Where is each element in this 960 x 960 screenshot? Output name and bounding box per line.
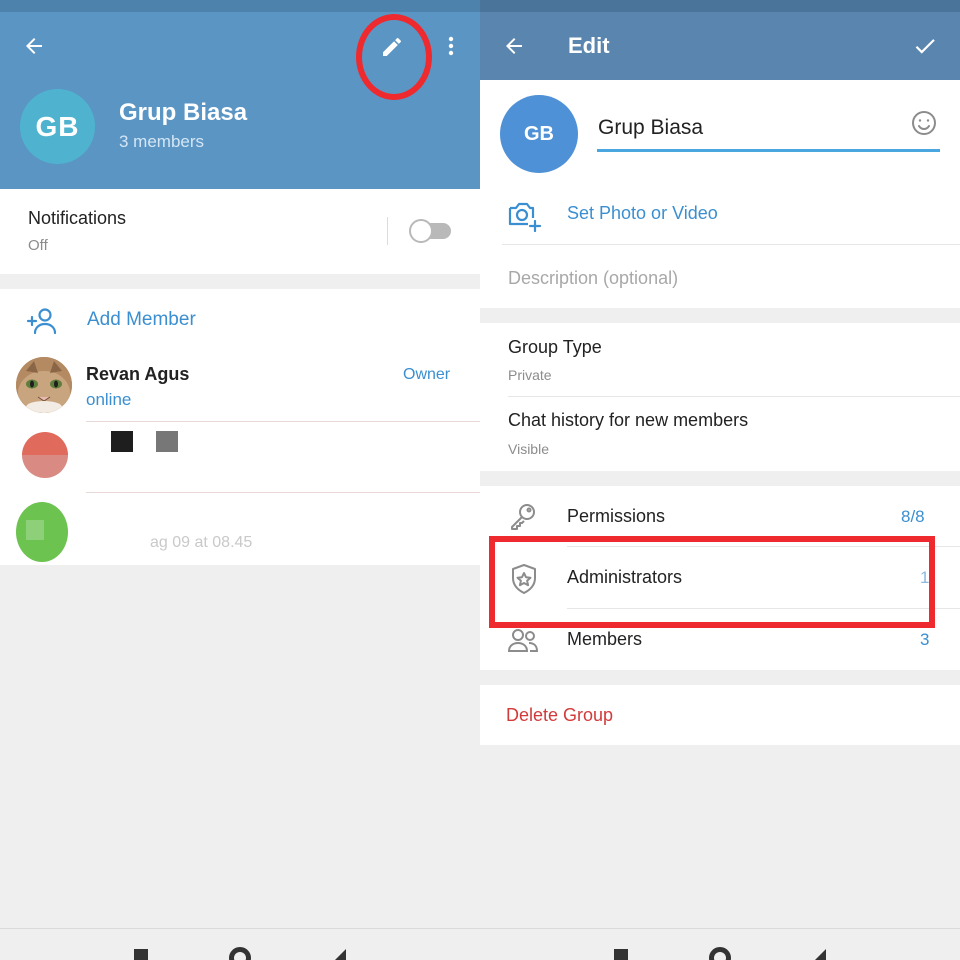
description-input[interactable] <box>508 264 948 292</box>
recents-nav-icon[interactable] <box>134 949 148 960</box>
add-photo-icon[interactable] <box>507 200 543 232</box>
group-avatar[interactable]: GB <box>20 89 95 164</box>
member-last-seen: ag 09 at 08.45 <box>150 534 253 551</box>
group-avatar[interactable]: GB <box>500 95 578 173</box>
member-count: 3 members <box>119 132 205 151</box>
home-nav-icon[interactable] <box>229 947 251 960</box>
edit-highlight-circle <box>356 14 432 100</box>
chat-history-value: Visible <box>508 441 549 457</box>
member-status: online <box>86 390 132 409</box>
back-arrow-icon[interactable] <box>502 34 526 58</box>
group-title: Grup Biasa <box>119 99 248 126</box>
members-icon <box>507 627 539 655</box>
page-title: Edit <box>568 33 610 58</box>
group-name-input[interactable] <box>597 112 940 152</box>
blurred-avatar-block <box>26 520 44 540</box>
notifications-toggle-knob[interactable] <box>409 219 433 243</box>
divider <box>86 421 480 422</box>
blurred-member-name <box>156 431 178 452</box>
back-nav-icon[interactable] <box>810 949 826 960</box>
member-avatar[interactable] <box>22 432 68 478</box>
recents-nav-icon[interactable] <box>614 949 628 960</box>
home-nav-icon[interactable] <box>709 947 731 960</box>
divider <box>502 244 960 245</box>
permissions-label[interactable]: Permissions <box>567 506 665 527</box>
status-bar <box>480 0 960 12</box>
group-info-screen: GB Grup Biasa 3 members Notifications Of… <box>0 0 480 960</box>
members-label[interactable]: Members <box>567 629 642 650</box>
add-user-icon[interactable] <box>26 306 58 336</box>
chat-history-label[interactable]: Chat history for new members <box>508 410 748 431</box>
delete-group-button[interactable]: Delete Group <box>506 705 613 726</box>
system-nav-bar <box>480 928 960 960</box>
member-name[interactable]: Revan Agus <box>86 364 189 385</box>
administrators-highlight-box <box>489 536 935 628</box>
more-vertical-icon[interactable] <box>439 34 463 58</box>
add-member-button[interactable]: Add Member <box>87 309 196 331</box>
edit-header <box>480 0 960 80</box>
group-type-label[interactable]: Group Type <box>508 337 602 358</box>
blurred-member-name <box>111 431 133 452</box>
notifications-status: Off <box>28 237 48 254</box>
checkmark-icon[interactable] <box>912 33 938 59</box>
notifications-row[interactable] <box>0 189 480 274</box>
emoji-icon[interactable] <box>910 109 938 137</box>
system-nav-bar <box>0 928 480 960</box>
member-avatar[interactable] <box>16 357 72 413</box>
members-list <box>0 289 480 565</box>
back-arrow-icon[interactable] <box>22 34 46 58</box>
divider <box>86 492 480 493</box>
edit-group-screen: Edit GB Set Photo or Video <box>480 0 960 960</box>
set-photo-button[interactable]: Set Photo or Video <box>567 203 718 224</box>
permissions-count: 8/8 <box>901 507 925 526</box>
back-nav-icon[interactable] <box>330 949 346 960</box>
member-role-badge: Owner <box>403 366 451 383</box>
divider <box>508 396 960 397</box>
notifications-label: Notifications <box>28 208 127 228</box>
key-icon <box>508 501 538 531</box>
divider <box>387 217 388 245</box>
members-count: 3 <box>920 630 930 649</box>
status-bar <box>0 0 480 12</box>
group-type-value: Private <box>508 367 552 383</box>
